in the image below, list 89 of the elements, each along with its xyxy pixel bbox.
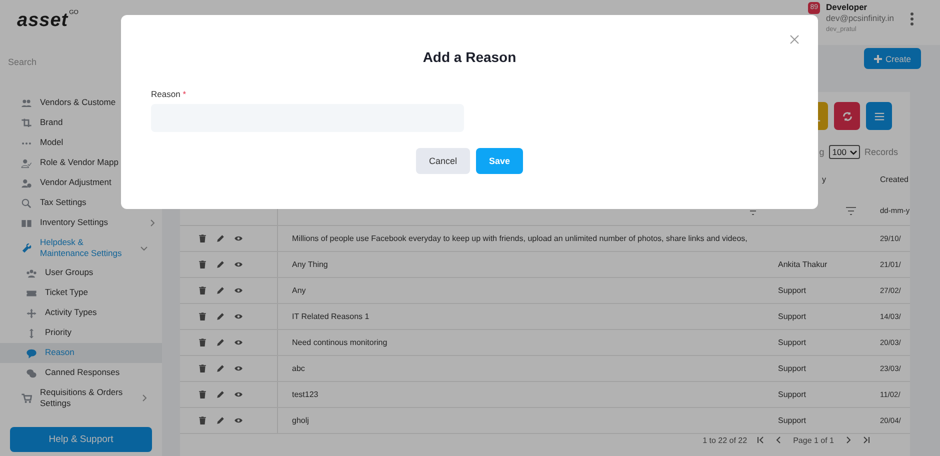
settings-button[interactable] bbox=[866, 102, 892, 130]
filter-icon[interactable] bbox=[846, 206, 856, 214]
pencil-icon[interactable] bbox=[216, 286, 225, 295]
trash-icon[interactable] bbox=[198, 416, 207, 425]
trash-icon[interactable] bbox=[198, 260, 207, 269]
trash-icon[interactable] bbox=[198, 286, 207, 295]
pencil-icon[interactable] bbox=[216, 260, 225, 269]
person-check-icon bbox=[21, 158, 32, 168]
table-cell-text: Need continous monitoring bbox=[291, 338, 388, 347]
dialog-title: Add a Reason bbox=[422, 49, 516, 65]
sidebar-item[interactable]: Role & Vendor Mapp bbox=[0, 153, 162, 173]
trash-icon[interactable] bbox=[198, 364, 207, 373]
table-cell-text: test123 bbox=[291, 390, 320, 399]
trash-icon[interactable] bbox=[198, 338, 207, 347]
trash-icon[interactable] bbox=[198, 312, 207, 321]
zoom-icon bbox=[21, 198, 32, 208]
crop-icon bbox=[21, 118, 32, 128]
trash-icon[interactable] bbox=[198, 390, 207, 399]
sidebar-item[interactable]: Priority bbox=[0, 323, 162, 343]
trash-icon[interactable] bbox=[198, 234, 207, 243]
next-page-icon[interactable] bbox=[844, 436, 852, 444]
table-cell-text: Support bbox=[778, 390, 808, 399]
table-cell-text: gholj bbox=[291, 416, 310, 425]
table-cell-text: Ankita Thakur bbox=[778, 260, 828, 269]
pencil-icon[interactable] bbox=[216, 364, 225, 373]
table-cell-text: Support bbox=[778, 286, 808, 295]
table-cell-text: IT Related Reasons 1 bbox=[291, 312, 370, 321]
sidebar-item[interactable]: Inventory Settings bbox=[0, 213, 162, 233]
sidebar-item[interactable]: User Groups bbox=[0, 263, 162, 283]
sidebar-item[interactable]: Vendor Adjustment bbox=[0, 173, 162, 193]
chats-icon bbox=[26, 368, 37, 378]
caret-icon bbox=[850, 150, 858, 154]
menu-icon[interactable] bbox=[910, 12, 914, 26]
refresh-icon bbox=[842, 110, 852, 122]
first-page-icon[interactable] bbox=[757, 436, 766, 444]
people-icon bbox=[21, 98, 32, 108]
table-cell-text: abc bbox=[291, 364, 306, 373]
user-email: dev@pcsinfinity.in bbox=[826, 13, 894, 24]
boxes-icon bbox=[21, 218, 32, 228]
cart-icon bbox=[21, 392, 32, 404]
eye-icon[interactable] bbox=[234, 286, 243, 295]
eye-icon[interactable] bbox=[234, 260, 243, 269]
close-icon[interactable] bbox=[790, 35, 799, 44]
previous-page-icon[interactable] bbox=[775, 436, 784, 444]
page-size-select[interactable]: 100 bbox=[829, 145, 860, 159]
group-icon bbox=[26, 268, 37, 278]
eye-icon[interactable] bbox=[234, 234, 243, 243]
sidebar-item[interactable]: Canned Responses bbox=[0, 363, 162, 383]
eye-icon[interactable] bbox=[234, 364, 243, 373]
required-mark: * bbox=[182, 89, 186, 99]
person-gear-icon bbox=[21, 178, 32, 188]
sidebar-item[interactable]: Requisitions & Orders Settings bbox=[0, 383, 162, 413]
wrench-icon bbox=[21, 242, 32, 254]
page-indicator: Page 1 of 1 bbox=[793, 436, 834, 445]
showing-label: g bbox=[819, 147, 824, 157]
sidebar-item[interactable]: Brand bbox=[0, 113, 162, 133]
eye-icon[interactable] bbox=[234, 338, 243, 347]
logo-text: asset bbox=[17, 10, 68, 32]
refresh-button[interactable] bbox=[834, 102, 860, 130]
cancel-button[interactable]: Cancel bbox=[416, 148, 470, 174]
move-icon bbox=[26, 308, 37, 318]
chat-icon bbox=[26, 348, 37, 358]
eye-icon[interactable] bbox=[234, 312, 243, 321]
table-cell-text: Support bbox=[778, 416, 808, 425]
sliders-icon bbox=[874, 110, 884, 122]
plus-icon bbox=[874, 54, 882, 62]
record-range: 1 to 22 of 22 bbox=[702, 436, 748, 445]
pencil-icon[interactable] bbox=[216, 390, 225, 399]
table-cell-text: Support bbox=[778, 364, 808, 373]
table-cell-text: Millions of people use Facebook everyday to keep up with friends, upload an unlimited number of photos, share links and videos, bbox=[291, 234, 748, 243]
records-label: Records bbox=[864, 147, 898, 157]
table-cell-text: Any Thing bbox=[291, 260, 329, 269]
pencil-icon[interactable] bbox=[216, 312, 225, 321]
user-name: Developer bbox=[826, 2, 868, 13]
last-page-icon[interactable] bbox=[862, 436, 870, 444]
table-cell-text: Support bbox=[778, 312, 808, 321]
sidebar-item[interactable]: Model bbox=[0, 133, 162, 153]
eye-icon[interactable] bbox=[234, 416, 243, 425]
table-cell-text: Any bbox=[291, 286, 307, 295]
table-cell-text: Support bbox=[778, 338, 808, 347]
eye-icon[interactable] bbox=[234, 390, 243, 399]
pencil-icon[interactable] bbox=[216, 338, 225, 347]
column-header[interactable]: Created bbox=[876, 174, 910, 184]
field-label: Reason * bbox=[151, 89, 187, 99]
sidebar-item[interactable]: Activity Types bbox=[0, 303, 162, 323]
pencil-icon[interactable] bbox=[216, 416, 225, 425]
sidebar-item[interactable]: Tax Settings bbox=[0, 193, 162, 213]
sidebar-item[interactable]: Ticket Type bbox=[0, 283, 162, 303]
pencil-icon[interactable] bbox=[216, 234, 225, 243]
